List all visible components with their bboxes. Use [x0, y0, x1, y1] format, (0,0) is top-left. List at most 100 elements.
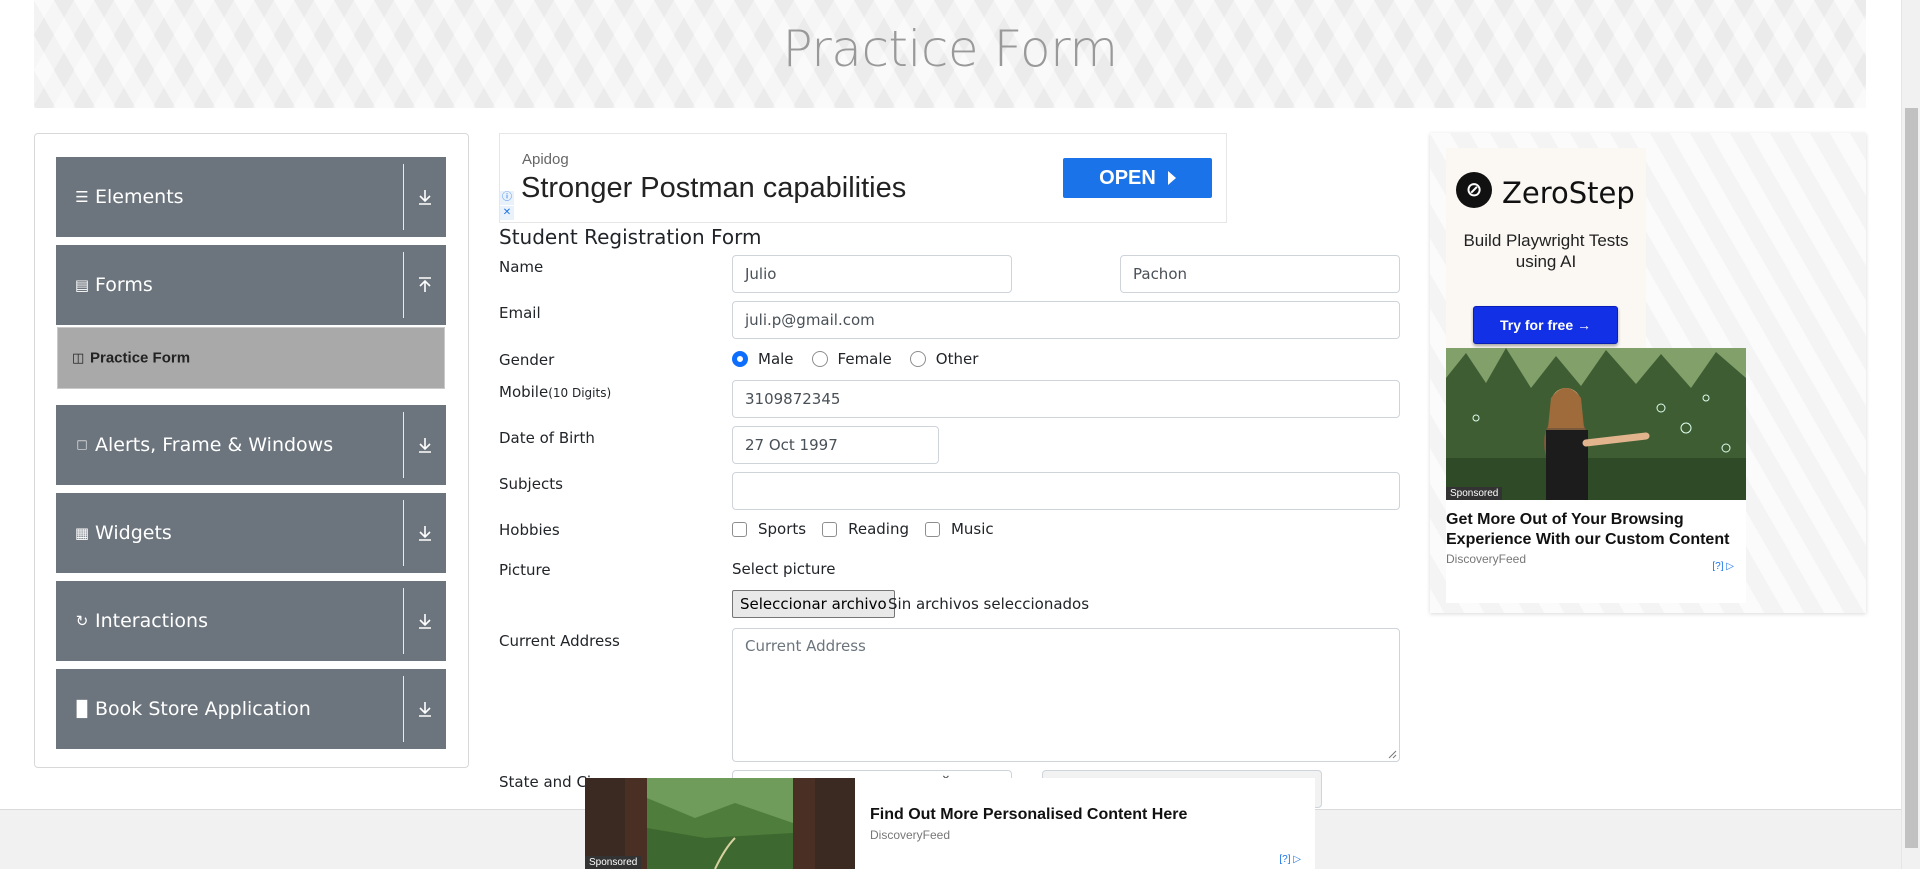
sidebar-group-elements[interactable]: ☰ Elements [56, 157, 446, 237]
vertical-scrollbar[interactable] [1901, 0, 1920, 869]
sidebar-group-label: Forms [95, 274, 153, 296]
sidebar-item-practice-form[interactable]: ◫ Practice Form [57, 327, 445, 389]
mobile-label-text: Mobile [499, 383, 549, 401]
subjects-input[interactable] [732, 472, 1400, 510]
address-label: Current Address [499, 632, 620, 650]
radio-label: Female [837, 350, 892, 368]
email-label: Email [499, 304, 541, 322]
hobby-sports-checkbox[interactable]: Sports [732, 520, 806, 538]
sidebar-group-label: Elements [95, 186, 184, 208]
divider [403, 500, 404, 566]
scrollbar-thumb[interactable] [1905, 108, 1918, 848]
download-icon[interactable] [413, 525, 437, 541]
gender-male-radio[interactable]: Male [732, 350, 794, 368]
download-icon[interactable] [413, 701, 437, 717]
refresh-icon: ↻ [75, 613, 89, 630]
radio-selected-icon [732, 351, 748, 367]
checkbox-icon [924, 521, 940, 537]
sidebar-group-forms[interactable]: ▤ Forms [56, 245, 446, 325]
left-panel: ☰ Elements ▤ Forms ◫ Practice Form □ Ale… [34, 133, 469, 768]
mobile-label: Mobile(10 Digits) [499, 383, 611, 401]
hobbies-label: Hobbies [499, 521, 560, 539]
adchoices-icon[interactable]: [?] ▷ [1712, 561, 1734, 572]
adchoices-icon[interactable]: [?] ▷ [1279, 854, 1301, 865]
upload-icon[interactable] [413, 277, 437, 293]
download-icon[interactable] [413, 613, 437, 629]
sidebar-item-label: Practice Form [90, 349, 191, 367]
info-icon[interactable]: ⓘ [500, 191, 514, 205]
header-banner: Practice Form [34, 0, 1866, 108]
hobby-music-checkbox[interactable]: Music [924, 520, 994, 538]
discoveryfeed-brand: DiscoveryFeed [1446, 552, 1527, 566]
valley-image[interactable]: Sponsored [585, 778, 855, 869]
picture-label: Picture [499, 561, 551, 579]
zerostep-brand: ZeroStep [1502, 176, 1635, 210]
close-icon[interactable]: ✕ [500, 206, 514, 220]
sidebar-group-widgets[interactable]: ▦ Widgets [56, 493, 446, 573]
divider [403, 676, 404, 742]
hobby-reading-checkbox[interactable]: Reading [822, 520, 909, 538]
gender-female-radio[interactable]: Female [811, 350, 892, 368]
checkbox-label: Reading [848, 520, 909, 538]
first-name-input[interactable]: Julio [732, 255, 1012, 293]
form-title: Student Registration Form [499, 225, 762, 249]
bottom-ad-brand: DiscoveryFeed [870, 828, 951, 842]
grid-icon: ▦ [74, 525, 90, 542]
radio-icon [909, 351, 926, 367]
bottom-ad-title[interactable]: Find Out More Personalised Content Here [870, 806, 1187, 824]
sidebar-group-label: Book Store Application [95, 698, 311, 720]
subjects-label: Subjects [499, 475, 563, 493]
ad-marker: [?] [1279, 854, 1291, 865]
document-icon: ▤ [74, 277, 90, 294]
ad-open-button[interactable]: OPEN [1063, 158, 1212, 198]
divider [403, 164, 404, 230]
download-icon[interactable] [413, 437, 437, 453]
hamburger-icon: ☰ [75, 189, 89, 206]
window-icon: □ [77, 436, 87, 454]
name-label: Name [499, 258, 544, 276]
sidebar-group-interactions[interactable]: ↻ Interactions [56, 581, 446, 661]
gender-radio-group: Male Female Other [732, 350, 996, 368]
divider [403, 412, 404, 478]
sidebar-group-alerts[interactable]: □ Alerts, Frame & Windows [56, 405, 446, 485]
sidebar-group-label: Widgets [95, 522, 172, 544]
file-status-text: Sin archivos seleccionados [888, 595, 1090, 613]
zerostep-logo-icon: ⊘ [1456, 172, 1492, 208]
choose-file-button[interactable]: Seleccionar archivo [732, 590, 895, 618]
divider [403, 252, 404, 318]
download-icon[interactable] [413, 189, 437, 205]
ad-banner-bottom[interactable]: Sponsored Find Out More Personalised Con… [585, 778, 1315, 869]
mobile-input[interactable]: 3109872345 [732, 380, 1400, 418]
sidebar-group-book-store[interactable]: █ Book Store Application [56, 669, 446, 749]
divider [403, 588, 404, 654]
resize-grip-icon[interactable] [1387, 749, 1397, 759]
mobile-hint: (10 Digits) [548, 386, 612, 400]
ad-brand: Apidog [522, 151, 569, 168]
dob-input[interactable]: 27 Oct 1997 [732, 426, 939, 464]
radio-label: Other [935, 350, 979, 368]
select-picture-label: Select picture [732, 560, 836, 578]
sponsored-badge: Sponsored [585, 856, 642, 869]
discoveryfeed-caption[interactable]: Get More Out of Your Browsing Experience… [1446, 500, 1746, 603]
zerostep-subtitle: Build Playwright Tests using AI [1463, 231, 1629, 271]
woman-bubbles-image[interactable]: Sponsored [1446, 348, 1746, 500]
ad-headline[interactable]: Stronger Postman capabilities [521, 172, 906, 205]
zerostep-ad-card[interactable]: ⊘ ZeroStep Build Playwright Tests using … [1446, 148, 1646, 348]
checkbox-label: Sports [758, 520, 807, 538]
sponsored-badge: Sponsored [1446, 487, 1503, 500]
ad-banner-top[interactable]: Apidog Stronger Postman capabilities OPE… [499, 133, 1227, 223]
last-name-input[interactable]: Pachon [1120, 255, 1400, 293]
checkbox-label: Music [950, 520, 994, 538]
radio-label: Male [758, 350, 794, 368]
email-input[interactable]: juli.p@gmail.com [732, 301, 1400, 339]
checkbox-icon [732, 521, 747, 537]
current-address-textarea[interactable]: Current Address [732, 628, 1400, 762]
ad-sidebar-right[interactable]: ⊘ ZeroStep Build Playwright Tests using … [1430, 133, 1866, 613]
try-for-free-button[interactable]: Try for free → [1473, 306, 1618, 344]
hobbies-checkbox-group: Sports Reading Music [732, 520, 1010, 538]
gender-other-radio[interactable]: Other [909, 350, 979, 368]
form-icon: ◫ [72, 350, 85, 365]
discoveryfeed-title[interactable]: Get More Out of Your Browsing Experience… [1446, 510, 1746, 550]
sidebar-group-label: Interactions [95, 610, 208, 632]
state-city-label: State and Ci [499, 773, 592, 791]
